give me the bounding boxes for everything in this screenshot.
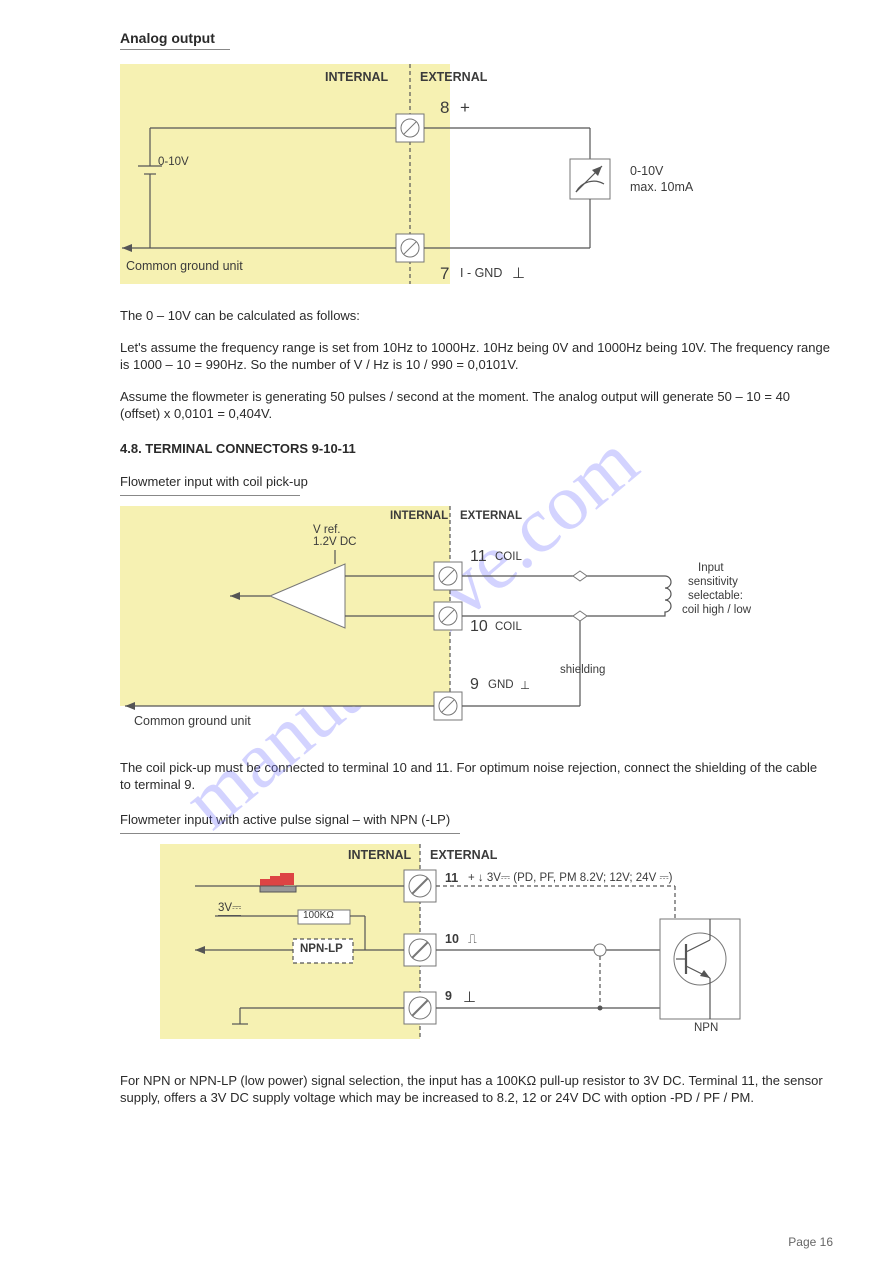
d2-t10: 10 bbox=[470, 618, 488, 636]
d1-load1: 0-10V bbox=[630, 164, 663, 178]
d2-t10l: COIL bbox=[495, 621, 522, 633]
d2-n1: Input bbox=[698, 562, 724, 574]
d2-vref: V ref. 1.2V DC bbox=[313, 524, 356, 548]
section1-underline bbox=[120, 48, 230, 50]
d2-external: EXTERNAL bbox=[460, 510, 522, 522]
d2-n4: coil high / low bbox=[682, 604, 751, 616]
d1-term7-lbl: I - GND bbox=[460, 266, 502, 280]
d2-n3: selectable: bbox=[688, 590, 743, 602]
para2: Let's assume the frequency range is set … bbox=[120, 339, 830, 374]
d2-cg: Common ground unit bbox=[134, 714, 251, 728]
para5: For NPN or NPN-LP (low power) signal sel… bbox=[120, 1072, 830, 1107]
diagram-npn: INTERNAL EXTERNAL 11 + ↓ 3V⎓ (PD, PF, PM… bbox=[120, 844, 843, 1054]
d2-n2: sensitivity bbox=[688, 576, 738, 588]
d2-shield: shielding bbox=[560, 664, 605, 676]
d3-internal: INTERNAL bbox=[348, 848, 411, 862]
d1-external: EXTERNAL bbox=[420, 70, 487, 84]
d2-t9l: GND bbox=[488, 679, 514, 691]
d1-cg: Common ground unit bbox=[126, 259, 243, 273]
d1-vsrc: 0-10V bbox=[158, 156, 189, 168]
diagram-coil-pickup: INTERNAL EXTERNAL V ref. 1.2V DC 11 COIL… bbox=[120, 506, 843, 741]
page: manualshive.com Analog output bbox=[0, 0, 893, 1263]
para1: The 0 – 10V can be calculated as follows… bbox=[120, 307, 830, 325]
d1-term7: 7 bbox=[440, 264, 449, 284]
d3-external: EXTERNAL bbox=[430, 848, 497, 862]
section3-title: Flowmeter input with active pulse signal… bbox=[120, 812, 843, 827]
d3-npn: NPN bbox=[694, 1022, 718, 1034]
d1-term8: 8 bbox=[440, 98, 449, 118]
d1-term8-sign: + bbox=[460, 98, 470, 118]
d2-t11: 11 bbox=[470, 548, 487, 566]
diagram-analog-output: INTERNAL EXTERNAL 8 + 7 I - GND ⊥ 0-10V … bbox=[120, 64, 843, 289]
d2-t9: 9 bbox=[470, 676, 479, 694]
section1-title: Analog output bbox=[120, 30, 843, 46]
diagram1-svg bbox=[120, 64, 820, 289]
section2-line bbox=[120, 495, 300, 496]
d3-t10: 10 bbox=[445, 932, 459, 946]
d3-3v: 3V⎓ bbox=[218, 902, 241, 916]
d1-load2: max. 10mA bbox=[630, 180, 693, 194]
d3-t11: 11 bbox=[445, 871, 458, 885]
d1-gndsym: ⊥ bbox=[512, 264, 525, 282]
d2-gndsym: ⊥ bbox=[520, 678, 530, 692]
d2-internal: INTERNAL bbox=[390, 510, 448, 522]
section3-line bbox=[120, 833, 460, 834]
section2-title: 4.8. TERMINAL CONNECTORS 9-10-11 bbox=[120, 441, 843, 456]
d3-t9: 9 bbox=[445, 989, 452, 1003]
section2-subtitle: Flowmeter input with coil pick-up bbox=[120, 474, 843, 489]
d3-gndsym: ⊥ bbox=[463, 988, 476, 1006]
page-number: Page 16 bbox=[788, 1235, 833, 1249]
d3-t11e: + ↓ 3V⎓ (PD, PF, PM 8.2V; 12V; 24V ⎓) bbox=[468, 872, 672, 885]
d3-res: 100KΩ bbox=[303, 910, 334, 921]
d3-npnlp: NPN-LP bbox=[300, 943, 343, 955]
para3: Assume the flowmeter is generating 50 pu… bbox=[120, 388, 830, 423]
para4: The coil pick-up must be connected to te… bbox=[120, 759, 830, 794]
d3-pulse-icon: ⎍ bbox=[468, 932, 477, 947]
d1-internal: INTERNAL bbox=[325, 70, 388, 84]
d2-t11l: COIL bbox=[495, 551, 522, 563]
